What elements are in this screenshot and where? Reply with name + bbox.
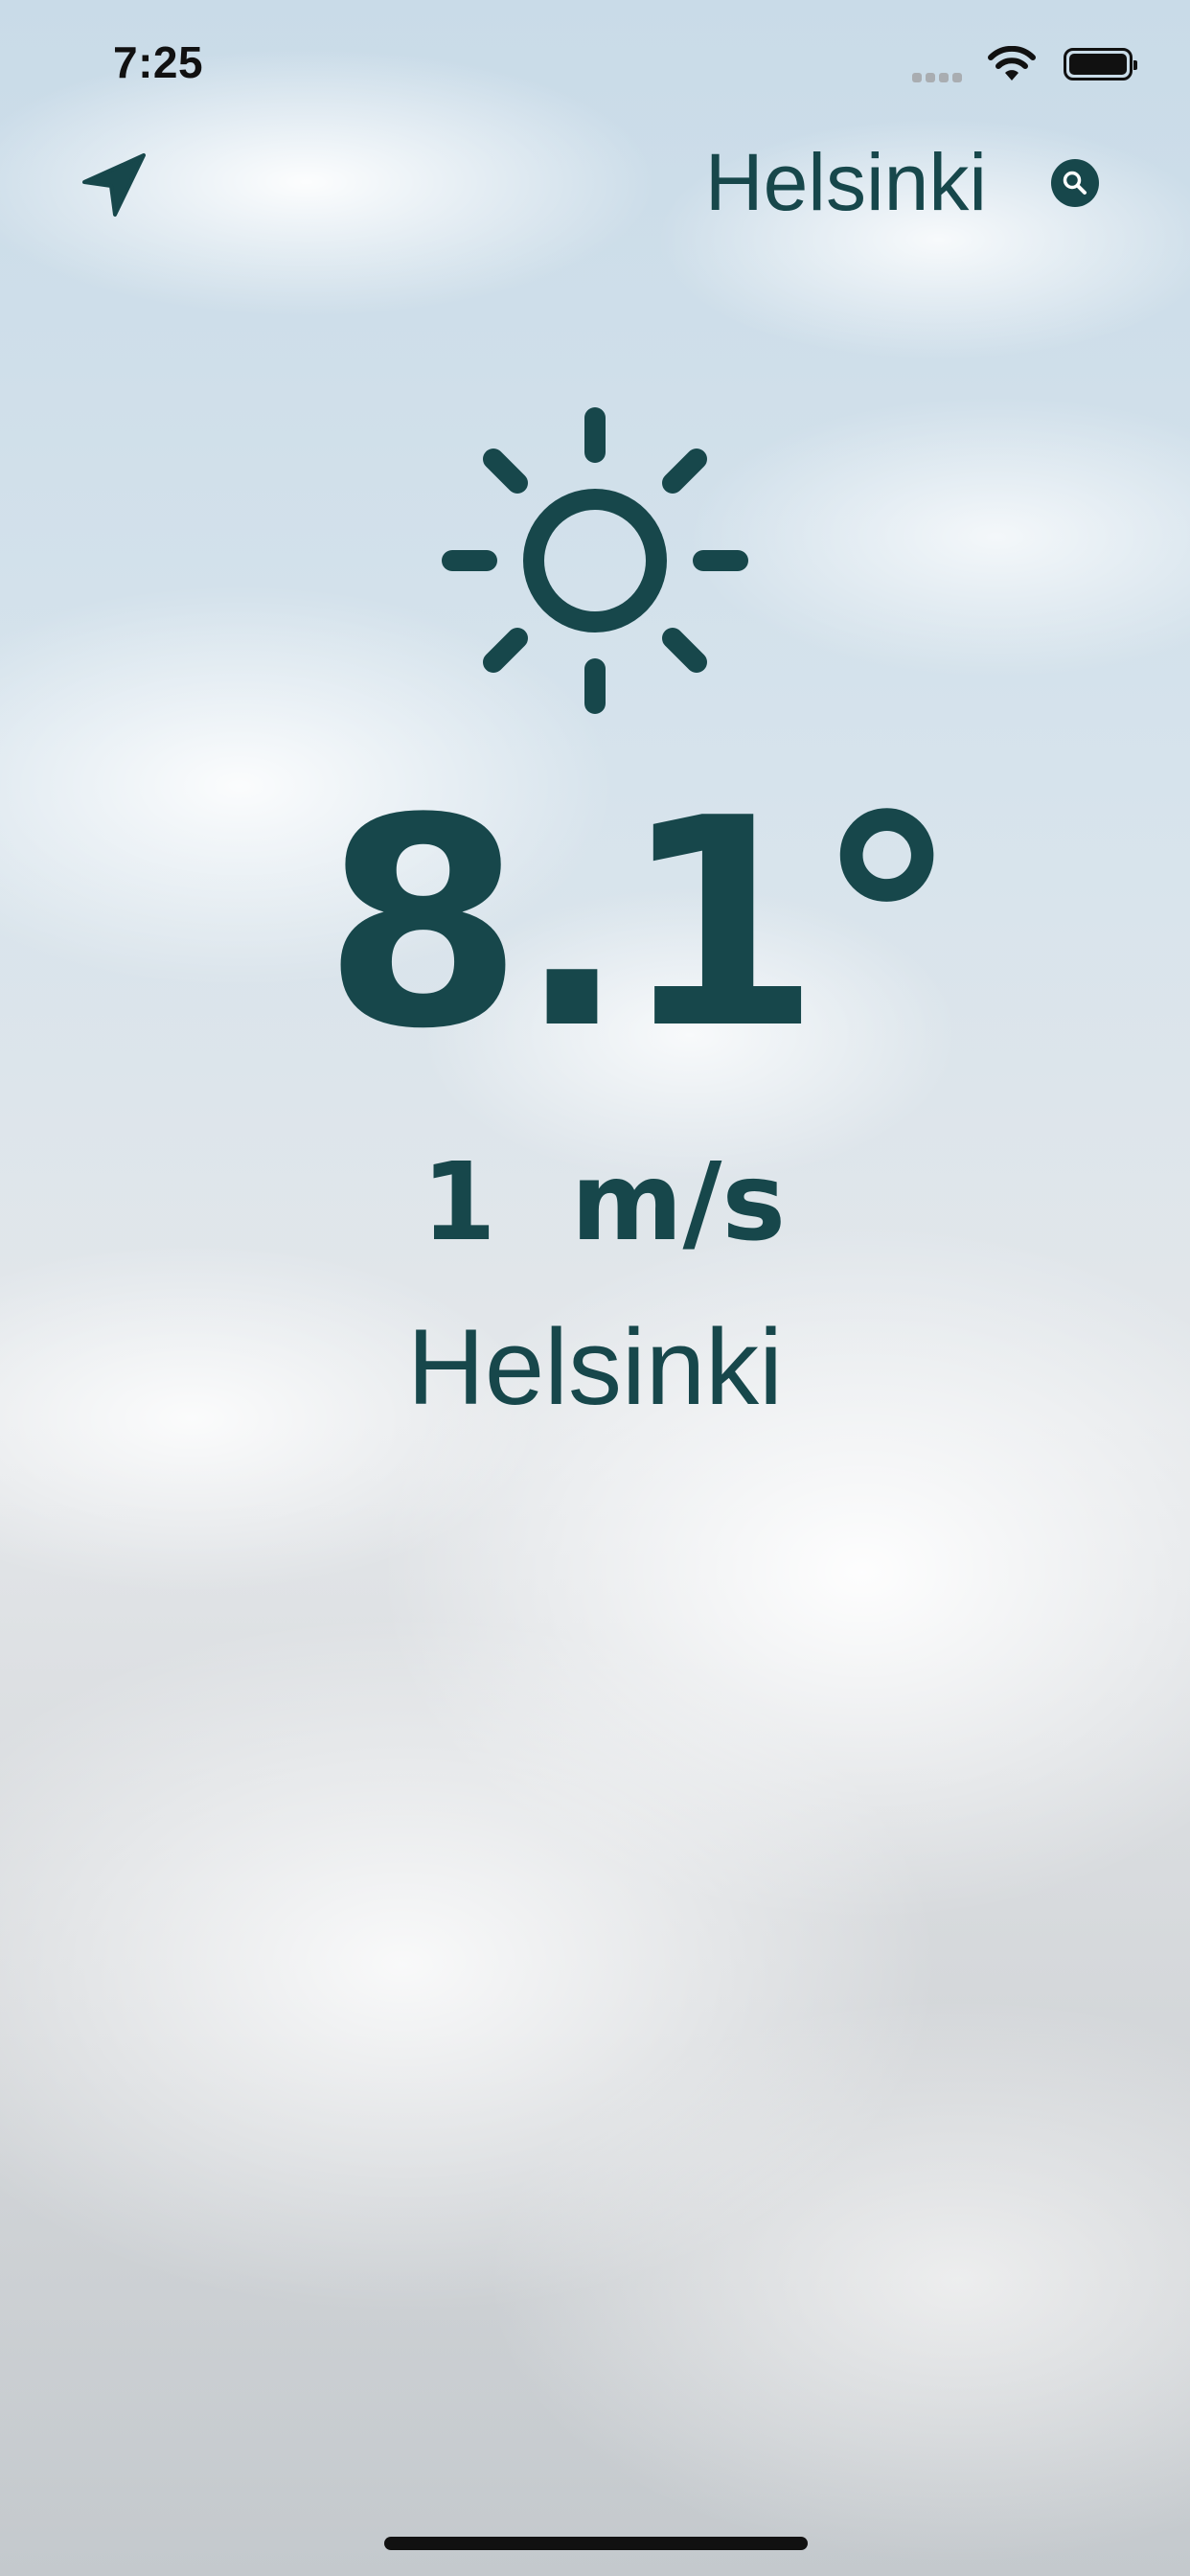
search-icon	[1063, 171, 1087, 195]
battery-icon	[1064, 48, 1137, 80]
temperature-value: 8.1°	[323, 757, 958, 1092]
status-time: 7:25	[113, 37, 204, 87]
header-city-title: Helsinki	[704, 137, 987, 227]
wind-speed: 1 m/s	[421, 1140, 787, 1265]
city-name: Helsinki	[406, 1307, 784, 1427]
status-icons	[912, 44, 1137, 82]
sun-icon	[442, 407, 748, 714]
search-button[interactable]	[1051, 159, 1099, 207]
home-indicator[interactable]	[384, 2537, 808, 2550]
cellular-signal-icon	[912, 73, 962, 82]
location-arrow-icon[interactable]	[77, 144, 153, 220]
wifi-icon	[988, 46, 1036, 80]
sky-background	[0, 0, 1190, 2576]
